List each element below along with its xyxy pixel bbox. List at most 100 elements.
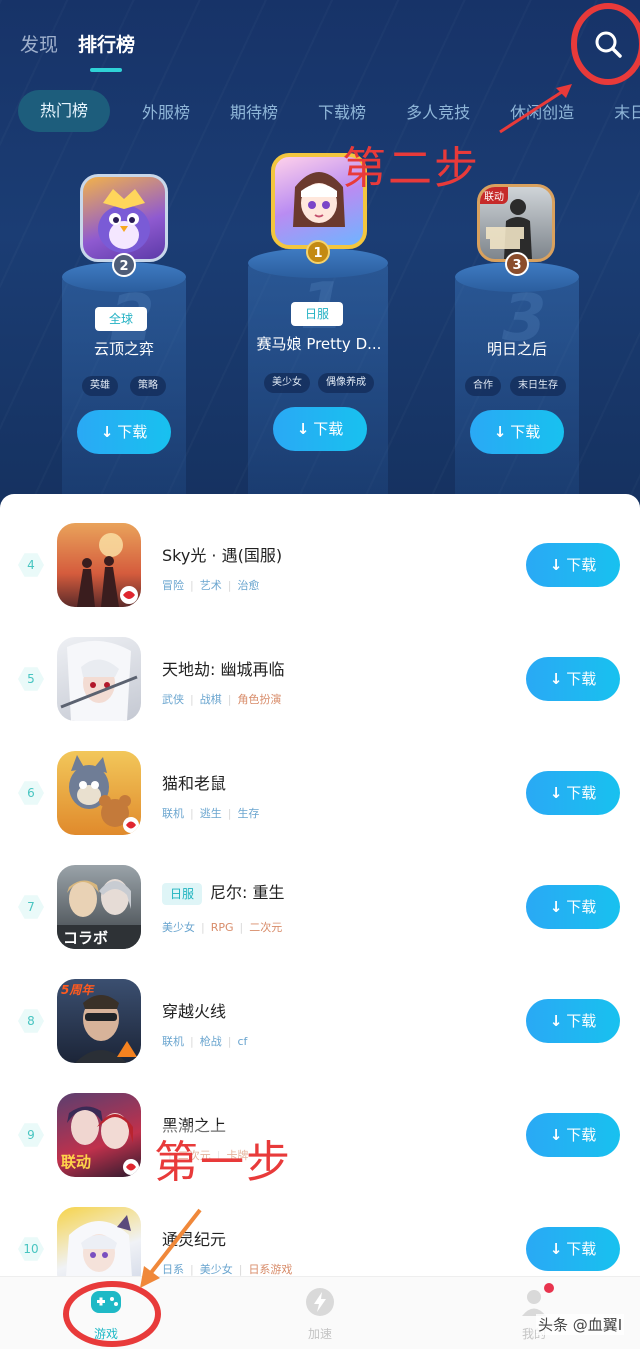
rank-medal-3: 3 — [505, 252, 529, 276]
rank-medal-1: 1 — [306, 240, 330, 264]
podium-name-2[interactable]: 云顶之弈 — [62, 338, 186, 359]
list-item[interactable]: 8 5周年 穿越火线 联机 | 枪战 | cf ↓ 下载 — [0, 964, 640, 1078]
games-highlight-circle — [63, 1281, 161, 1347]
watermark: 头条 @血翼I — [536, 1314, 625, 1335]
app-tags: 美少女 | RPG | 二次元 — [162, 921, 283, 934]
list-item[interactable]: 7 コラボ 日服 尼尔: 重生 美少女 | RPG | 二次元 ↓ 下载 — [0, 850, 640, 964]
tag: 枪战 — [199, 1035, 222, 1048]
podium-tag: 美少女 — [264, 373, 310, 393]
tag: 逃生 — [199, 807, 222, 820]
tag: 美少女 — [162, 921, 195, 934]
tag: 冒险 — [162, 579, 184, 592]
annotation-overlay-top — [499, 3, 640, 134]
icon-text: 联动 — [61, 1153, 92, 1171]
rank-medal-2: 2 — [112, 253, 136, 277]
podium-name-1[interactable]: 赛马娘 Pretty D... — [238, 333, 400, 354]
download-label: 下载 — [566, 784, 597, 802]
swordsman-icon — [60, 640, 138, 721]
app-name: 天地劫: 幽城再临 — [162, 660, 285, 679]
download-label: 下载 — [566, 898, 597, 916]
icon-text: コラボ — [63, 929, 109, 947]
download-label: 下载 — [566, 670, 597, 688]
download-button[interactable]: ↓ 下载 — [526, 1113, 620, 1157]
podium-tag: 策略 — [130, 376, 166, 396]
server-badge: 日服 — [162, 882, 203, 905]
tag: 战棋 — [199, 693, 222, 706]
cat-mouse-icon — [69, 755, 139, 833]
app-name: 猫和老鼠 — [162, 774, 227, 793]
download-button[interactable]: ↓ 下载 — [526, 885, 620, 929]
rank-number: 6 — [18, 781, 44, 805]
podium-tag: 合作 — [465, 376, 501, 396]
tag: 角色扮演 — [237, 693, 282, 706]
penguin-icon — [98, 189, 150, 253]
rank-number: 5 — [18, 667, 44, 691]
download-icon: ↓ — [296, 420, 310, 438]
app-icon-tft[interactable] — [80, 174, 168, 262]
download-icon: ↓ — [549, 784, 563, 802]
annotation-arrow-line — [148, 1208, 202, 1276]
app-icon-heichao[interactable]: 联动 — [57, 1093, 141, 1177]
sky-children-icon — [77, 533, 138, 607]
app-name-wrap: 日服 尼尔: 重生 — [162, 879, 285, 905]
search-highlight-circle — [571, 3, 640, 85]
app-icon-lifeafter[interactable]: 联动 — [477, 184, 555, 262]
list-item[interactable]: 6 猫和老鼠 联机 | 逃生 | 生存 ↓ 下载 — [0, 736, 640, 850]
download-button-rank-1[interactable]: ↓ 下载 — [273, 407, 367, 451]
tag: 艺术 — [199, 579, 222, 592]
tag: 联机 — [162, 807, 184, 820]
rank-number: 8 — [18, 1009, 44, 1033]
podium-badge-2: 全球 — [95, 307, 148, 331]
tag: cf — [237, 1035, 248, 1048]
download-label: 下载 — [510, 423, 541, 441]
download-icon: ↓ — [100, 423, 114, 441]
annotation-step-1: 第一步 — [154, 1126, 292, 1190]
rank-number: 9 — [18, 1123, 44, 1147]
annotation-arrow-head — [140, 1266, 160, 1288]
app-icon-crossfire[interactable]: 5周年 — [57, 979, 141, 1063]
list-item[interactable]: 4 Sky光 · 遇(国服) 冒险 | 艺术 | 治愈 ↓ 下载 — [0, 508, 640, 622]
download-label: 下载 — [566, 1126, 597, 1144]
download-label: 下载 — [117, 423, 148, 441]
app-tags: 武侠 | 战棋 | 角色扮演 — [162, 693, 282, 706]
download-label: 下载 — [566, 556, 597, 574]
download-button-rank-2[interactable]: ↓ 下载 — [77, 410, 171, 454]
podium-tag: 末日生存 — [510, 376, 566, 396]
download-icon: ↓ — [493, 423, 507, 441]
podium-tag: 偶像养成 — [318, 373, 374, 393]
list-item[interactable]: 9 联动 黑潮之上 | 二次元 | 卡牌 ↓ 下载 — [0, 1078, 640, 1192]
app-icon-tiandijie[interactable] — [57, 637, 141, 721]
annotation-arrow-line — [499, 86, 569, 134]
download-label: 下载 — [566, 1012, 597, 1030]
app-name: Sky光 · 遇(国服) — [162, 546, 283, 565]
rank-number: 7 — [18, 895, 44, 919]
app-icon-tomjerry[interactable] — [57, 751, 141, 835]
icon-text: 5周年 — [61, 983, 94, 997]
download-icon: ↓ — [549, 670, 563, 688]
podium-tag: 英雄 — [82, 376, 118, 396]
download-button[interactable]: ↓ 下载 — [526, 771, 620, 815]
app-icon-sky[interactable] — [57, 523, 141, 607]
tag: 治愈 — [237, 579, 260, 592]
tag: RPG — [210, 921, 234, 934]
app-icon-nier[interactable]: コラボ — [57, 865, 141, 949]
download-button-rank-3[interactable]: ↓ 下载 — [470, 410, 564, 454]
download-icon: ↓ — [549, 1012, 563, 1030]
app-tags: 冒险 | 艺术 | 治愈 — [162, 579, 260, 592]
ranking-list: 4 Sky光 · 遇(国服) 冒险 | 艺术 | 治愈 ↓ 下载 5 天地劫: … — [0, 494, 640, 1276]
download-button[interactable]: ↓ 下载 — [526, 657, 620, 701]
rank-number: 4 — [18, 553, 44, 577]
tag: 生存 — [237, 807, 260, 820]
download-icon: ↓ — [549, 1126, 563, 1144]
list-item[interactable]: 5 天地劫: 幽城再临 武侠 | 战棋 | 角色扮演 ↓ 下载 — [0, 622, 640, 736]
podium-name-3[interactable]: 明日之后 — [455, 338, 579, 359]
app-tags: 联机 | 枪战 | cf — [162, 1035, 248, 1048]
tag: 联机 — [162, 1035, 184, 1048]
download-button[interactable]: ↓ 下载 — [526, 999, 620, 1043]
podium-badge-1: 日服 — [291, 302, 344, 326]
download-button[interactable]: ↓ 下载 — [526, 543, 620, 587]
download-label: 下载 — [313, 420, 344, 438]
download-icon: ↓ — [549, 556, 563, 574]
icon-tag: 联动 — [480, 187, 508, 204]
download-icon: ↓ — [549, 898, 563, 916]
